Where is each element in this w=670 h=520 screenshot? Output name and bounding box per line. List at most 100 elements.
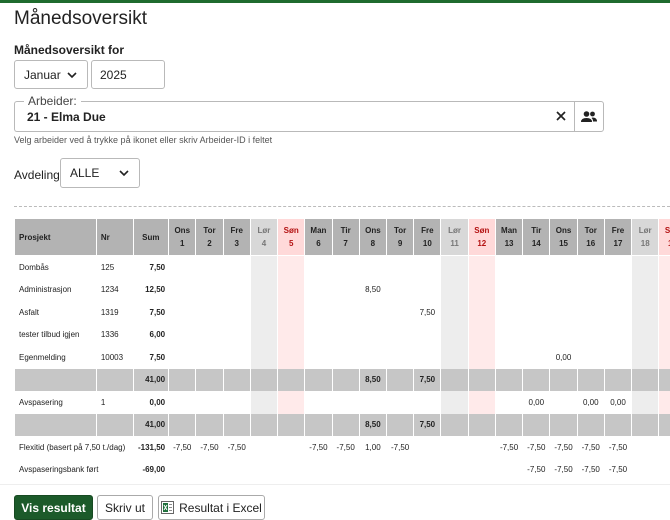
department-select[interactable]: ALLE [60, 158, 140, 188]
month-table-container[interactable]: Prosjekt Nr Sum Ons 1 Tor 2 Fre 3 Lør 4 Søn 5 Man 6 Tir… [14, 219, 670, 484]
cell-day [305, 279, 331, 302]
day-weekday: Lør [638, 226, 652, 235]
cell-day [414, 459, 440, 482]
worker-hint: Velg arbeider ved å trykke på ikonet ell… [14, 135, 273, 145]
cell-day [278, 436, 305, 459]
cell-day [441, 436, 468, 459]
day-weekday: Lør [448, 226, 462, 235]
cell-day [632, 256, 659, 279]
cell-day [250, 413, 278, 436]
cell-day [196, 324, 222, 347]
cell-day [468, 368, 495, 391]
col-header-day: Ons 15 [550, 219, 577, 256]
top-accent-bar [0, 0, 670, 3]
cell-day [632, 301, 659, 324]
cell-day [196, 279, 222, 302]
cell-day [605, 324, 631, 347]
cell-day [605, 346, 631, 369]
cell-day [632, 436, 659, 459]
worker-field[interactable]: Arbeider: 21 - Elma Due [14, 94, 574, 132]
excel-icon [161, 501, 175, 514]
col-header-day: Lør 18 [632, 219, 659, 256]
cell-day [496, 346, 522, 369]
cell-prosjekt: Administrasjon [19, 285, 72, 295]
cell-day [278, 278, 305, 301]
cell-day [659, 458, 670, 481]
cell-day [659, 301, 670, 324]
cell-nr: 125 [100, 262, 115, 272]
cell-day [659, 346, 670, 369]
show-results-button[interactable]: Vis resultat [14, 495, 93, 520]
cell-day [468, 458, 495, 481]
cell-day [441, 278, 468, 301]
cell-day [496, 391, 522, 414]
department-select-value: ALLE [70, 166, 100, 180]
cell-day [360, 391, 386, 414]
cell-day [550, 279, 576, 302]
cell-day [223, 368, 250, 391]
cell-day [550, 391, 576, 414]
cell-day: -7,50 [391, 442, 410, 452]
year-input[interactable]: 2025 [91, 60, 165, 89]
cell-day: -7,50 [608, 442, 628, 452]
table-header-row: Prosjekt Nr Sum Ons 1 Tor 2 Fre 3 Lør 4 Søn 5 Man 6 Tir… [15, 219, 670, 256]
cell-sum: 7,50 [149, 352, 166, 362]
cell-day: 0,00 [610, 397, 626, 407]
cell-sum: -69,00 [142, 465, 166, 475]
cell-day [659, 413, 670, 436]
cell-day [441, 346, 468, 369]
cell-day: -7,50 [309, 442, 328, 452]
cell-day [169, 368, 196, 391]
cell-day [550, 301, 576, 324]
cell-day [387, 279, 413, 302]
cell-day [250, 391, 278, 414]
cell-day: -7,50 [554, 442, 573, 452]
clear-icon[interactable] [554, 109, 568, 123]
cell-day: -7,50 [581, 442, 600, 452]
cell-day: -7,50 [554, 465, 573, 475]
col-header-day: Tor 2 [196, 219, 223, 256]
cell-day [605, 301, 631, 324]
day-weekday: Søn [664, 226, 670, 235]
day-number: 18 [640, 239, 650, 248]
col-header-nr: Nr [96, 219, 133, 256]
month-select[interactable]: Januar [14, 60, 88, 89]
page-title: Månedsoversikt [14, 8, 148, 29]
col-header-day: Tir 7 [332, 219, 359, 256]
table-row: Dombås1257,507,5 [15, 256, 670, 279]
cell-day [278, 391, 305, 414]
table-total-row: 41,008,507,5013,5 [15, 413, 670, 436]
day-number: 4 [261, 239, 267, 248]
day-number: 3 [234, 239, 239, 248]
cell-day [605, 279, 631, 302]
cell-day [632, 391, 659, 414]
cell-day [659, 368, 670, 391]
cell-day [333, 346, 359, 369]
print-button[interactable]: Skriv ut [97, 495, 153, 520]
cell-day: 0,00 [582, 397, 599, 407]
cell-day: -7,50 [173, 442, 192, 452]
cell-day [250, 301, 278, 324]
day-number: 10 [422, 239, 432, 248]
col-header-day: Fre 3 [223, 219, 250, 256]
cell-day [250, 256, 278, 279]
excel-export-button[interactable]: Resultat i Excel [158, 495, 265, 520]
cell-day [632, 458, 659, 481]
excel-export-label: Resultat i Excel [179, 500, 262, 515]
cell-prosjekt: Avspasering [19, 397, 63, 407]
cell-day [305, 391, 331, 414]
cell-nr [96, 413, 133, 436]
day-number: 14 [531, 239, 541, 248]
select-worker-button[interactable] [574, 101, 604, 132]
day-weekday: Søn [474, 226, 490, 235]
cell-nr: 1336 [100, 330, 119, 340]
cell-day [659, 436, 670, 459]
cell-nr: 1234 [100, 285, 119, 295]
day-weekday: Fre [421, 226, 434, 235]
cell-day [441, 413, 468, 436]
cell-nr: 10003 [100, 352, 124, 362]
cell-day [224, 324, 250, 347]
cell-day [278, 413, 305, 436]
day-weekday: Tor [584, 226, 597, 235]
day-number: 16 [586, 239, 596, 248]
